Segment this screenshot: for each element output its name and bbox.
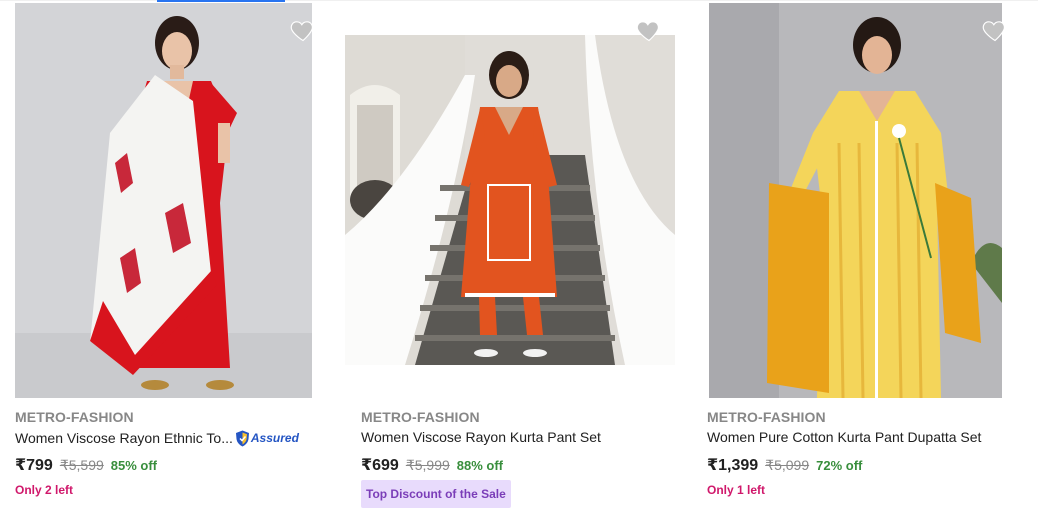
- stock-note: Only 2 left: [15, 483, 74, 497]
- wishlist-heart-icon[interactable]: [635, 16, 663, 44]
- promo-tag: Top Discount of the Sale: [361, 480, 511, 508]
- product-card[interactable]: METRO-FASHION Women Viscose Rayon Ethnic…: [15, 0, 335, 516]
- selling-price: ₹799: [15, 457, 53, 474]
- price-row: ₹1,399 ₹5,099 72% off: [707, 455, 862, 475]
- selling-price: ₹1,399: [707, 457, 759, 474]
- brand-name: METRO-FASHION: [361, 409, 480, 425]
- price-row: ₹699 ₹5,999 88% off: [361, 455, 503, 475]
- assured-shield-icon: [235, 430, 249, 446]
- wishlist-heart-icon[interactable]: [981, 16, 1009, 44]
- product-card[interactable]: METRO-FASHION Women Pure Cotton Kurta Pa…: [707, 0, 1027, 516]
- product-title[interactable]: Women Pure Cotton Kurta Pant Dupatta Set: [707, 429, 981, 445]
- product-image[interactable]: [15, 3, 312, 398]
- product-title[interactable]: Women Viscose Rayon Kurta Pant Set: [361, 429, 601, 445]
- selling-price: ₹699: [361, 457, 399, 474]
- discount-percent: 72% off: [816, 458, 863, 473]
- discount-percent: 85% off: [110, 458, 158, 473]
- assured-badge: Assured: [235, 429, 299, 447]
- product-image[interactable]: [709, 3, 1002, 398]
- original-price: ₹5,999: [405, 457, 450, 473]
- product-image[interactable]: [345, 35, 675, 365]
- price-row: ₹799 ₹5,599 85% off: [15, 455, 157, 475]
- product-title[interactable]: Women Viscose Rayon Ethnic To...: [15, 430, 233, 446]
- title-row: Women Viscose Rayon Ethnic To... Assured: [15, 429, 299, 447]
- product-card[interactable]: METRO-FASHION Women Viscose Rayon Kurta …: [345, 0, 681, 516]
- brand-name: METRO-FASHION: [15, 409, 134, 425]
- original-price: ₹5,099: [765, 457, 810, 473]
- brand-name: METRO-FASHION: [707, 409, 826, 425]
- discount-percent: 88% off: [456, 458, 504, 473]
- original-price: ₹5,599: [59, 457, 104, 473]
- assured-label: Assured: [250, 431, 299, 445]
- stock-note: Only 1 left: [707, 483, 766, 497]
- wishlist-heart-icon[interactable]: [289, 16, 317, 44]
